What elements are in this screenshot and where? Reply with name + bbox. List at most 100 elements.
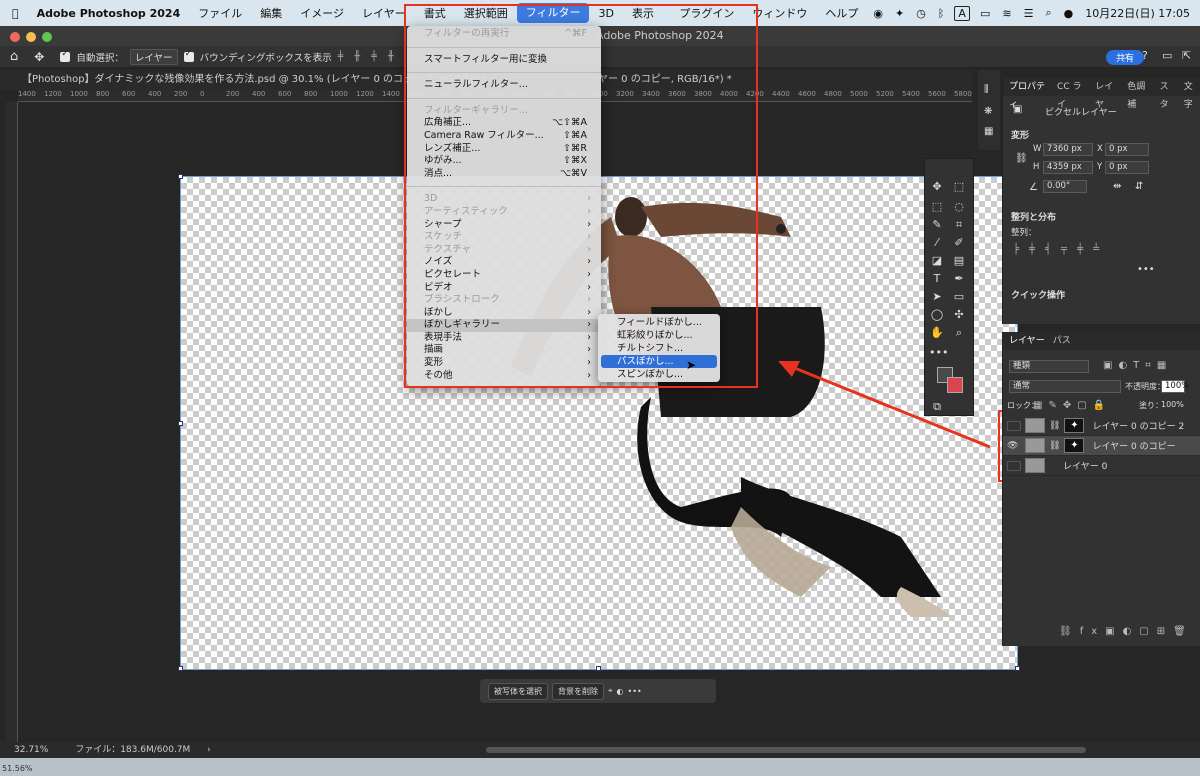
mask-icon[interactable]: ⌖ [608, 686, 613, 696]
height-field[interactable]: 4359 px [1043, 161, 1093, 174]
auto-select-dropdown[interactable]: レイヤー [129, 48, 178, 65]
close-window-icon[interactable] [10, 32, 20, 42]
status-expand-icon[interactable]: › [207, 745, 211, 755]
opacity-field[interactable]: 100% [1161, 380, 1189, 393]
transform-handle-icon[interactable] [1015, 666, 1020, 671]
lock-icons[interactable]: ▦✎✥▢🔒 [1033, 400, 1111, 411]
minimize-window-icon[interactable] [26, 32, 36, 42]
transform-handle-icon[interactable] [178, 174, 183, 179]
select-subject-button[interactable]: 被写体を選択 [488, 682, 548, 700]
layer-name[interactable]: レイヤー 0 のコピー 2 [1092, 419, 1184, 432]
tab-character[interactable]: 文字 [1184, 78, 1200, 110]
menu-app-name[interactable]: Adobe Photoshop 2024 [28, 7, 190, 20]
layer-row[interactable]: 👁 ⛓ ✦ レイヤー 0 のコピー [1003, 436, 1200, 456]
home-icon[interactable]: ⌂ [10, 49, 18, 64]
creative-cloud-icon[interactable]: ◉ [867, 7, 889, 20]
move-tool-icon[interactable]: ✥ [929, 179, 945, 195]
menu-file[interactable]: ファイル [189, 5, 251, 21]
libraries-icon[interactable]: ❋ [984, 106, 992, 117]
path-select-tool-icon[interactable]: ➤ [929, 289, 945, 305]
layer-row[interactable]: レイヤー 0 [1003, 456, 1200, 476]
flip-horizontal-icon[interactable]: ⇹ [1113, 181, 1121, 192]
more-icon[interactable]: ••• [1137, 264, 1155, 275]
tab-adjustments[interactable]: 色調補 [1127, 78, 1151, 110]
type-tool-icon[interactable]: T [929, 271, 945, 287]
move-tool-icon[interactable]: ✥ [34, 50, 44, 64]
apple-icon[interactable]:  [0, 7, 28, 20]
flip-vertical-icon[interactable]: ⇵ [1135, 181, 1143, 192]
expand-icon[interactable]: ⇱ [1182, 49, 1191, 62]
fill-field[interactable]: 100% [1161, 400, 1184, 409]
siri-icon[interactable]: ● [1058, 7, 1080, 20]
blend-mode-select[interactable]: 通常 [1009, 380, 1121, 393]
visibility-eye-icon[interactable]: 👁 [1007, 441, 1021, 451]
search-icon[interactable]: ⌕ [1122, 49, 1129, 64]
x-field[interactable]: 0 px [1105, 143, 1149, 156]
time-machine-icon[interactable]: ◷ [910, 7, 932, 20]
pen-tool-icon[interactable]: ✒ [951, 271, 967, 287]
zoom-level[interactable]: 32.71% [14, 745, 48, 755]
remove-background-button[interactable]: 背景を削除 [552, 682, 604, 700]
background-color-swatch[interactable] [947, 377, 963, 393]
transform-handle-icon[interactable] [596, 666, 601, 671]
link-icon[interactable]: ⛓ [1015, 153, 1028, 164]
artboard-tool-icon[interactable]: ⬚ [951, 179, 967, 195]
grid-icon[interactable]: ▦ [984, 126, 993, 137]
battery-icon[interactable]: ▭ [974, 7, 996, 20]
layer-footer-icons[interactable]: ⛓fx▣◐▢⊞🗑 [1059, 626, 1194, 637]
angle-field[interactable]: 0.00° [1043, 180, 1087, 193]
wifi-icon[interactable]: ≋ [996, 7, 1017, 20]
adjustments-icon[interactable]: ⫼ [984, 84, 989, 95]
tab-paths[interactable]: パス [1053, 332, 1071, 350]
visibility-off-icon[interactable] [1007, 460, 1021, 471]
layer-name[interactable]: レイヤー 0 [1063, 459, 1107, 472]
more-tools-icon[interactable]: ••• [929, 345, 948, 361]
layer-row[interactable]: ⛓ ✦ レイヤー 0 のコピー 2 [1003, 416, 1200, 436]
lasso-tool-icon[interactable]: ◌ [951, 199, 967, 215]
width-field[interactable]: 7360 px [1043, 143, 1093, 156]
workspace-icon[interactable]: ▭ [1162, 49, 1172, 62]
adjust-icon[interactable]: ◐ [617, 687, 624, 696]
y-field[interactable]: 0 px [1105, 161, 1149, 174]
screen-mode-icon[interactable]: ⧉ [929, 399, 945, 415]
bluetooth-icon[interactable]: ᛒ [932, 7, 951, 20]
brush-tool-icon[interactable]: ✐ [951, 235, 967, 251]
puppet-tool-icon[interactable]: ✣ [951, 307, 967, 323]
menu-help[interactable]: ヘルプ [816, 5, 867, 21]
more-icon[interactable]: ••• [628, 687, 642, 696]
transform-handle-icon[interactable] [178, 421, 183, 426]
shape-tool-icon[interactable]: ▭ [951, 289, 967, 305]
horizontal-scrollbar[interactable] [486, 747, 1086, 753]
menubar-datetime[interactable]: 10月22日(日) 17:05 [1079, 5, 1200, 21]
menu-image[interactable]: イメージ [291, 5, 353, 21]
tab-properties[interactable]: プロパティ [1009, 78, 1049, 110]
spotlight-icon[interactable]: ⌕ [1039, 6, 1057, 20]
marquee-tool-icon[interactable]: ⬚ [929, 199, 945, 215]
gradient-tool-icon[interactable]: ▤ [951, 253, 967, 269]
visibility-off-icon[interactable] [1007, 420, 1021, 431]
tab-layer-comps[interactable]: レイヤ [1095, 78, 1119, 110]
layer-name[interactable]: レイヤー 0 のコピー [1092, 439, 1175, 452]
help-icon[interactable]: ? [1142, 49, 1148, 62]
eyedropper-tool-icon[interactable]: ⁄ [929, 235, 945, 251]
zoom-tool-icon[interactable]: ⌕ [951, 325, 967, 341]
auto-select-checkbox[interactable] [60, 49, 71, 62]
layer-filter-icons[interactable]: ▣◐T⌗▦ [1103, 360, 1172, 371]
hand-tool-icon[interactable]: ✋ [929, 325, 945, 341]
pin-icon[interactable]: ✦ [889, 7, 910, 20]
quick-select-tool-icon[interactable]: ✎ [929, 217, 945, 233]
eraser-tool-icon[interactable]: ◪ [929, 253, 945, 269]
transform-handle-icon[interactable] [178, 666, 183, 671]
align-buttons[interactable]: ╞╪╡╤╪╧ [1013, 244, 1109, 255]
3d-tool-icon[interactable]: ◯ [929, 307, 945, 323]
bbox-checkbox[interactable] [183, 49, 194, 62]
input-source-icon[interactable]: A [954, 5, 970, 21]
align-icons[interactable]: ╪ ╫ ╪ ╫ [338, 51, 398, 62]
control-center-icon[interactable]: ☰ [1018, 7, 1040, 20]
zoom-window-icon[interactable] [42, 32, 52, 42]
layer-kind-filter[interactable]: 種類 [1009, 360, 1089, 373]
menu-edit[interactable]: 編集 [251, 5, 291, 21]
crop-tool-icon[interactable]: ⌗ [951, 217, 967, 233]
tab-cc-libraries[interactable]: CC ライ [1057, 78, 1087, 110]
tab-styles[interactable]: スタ [1160, 78, 1176, 110]
